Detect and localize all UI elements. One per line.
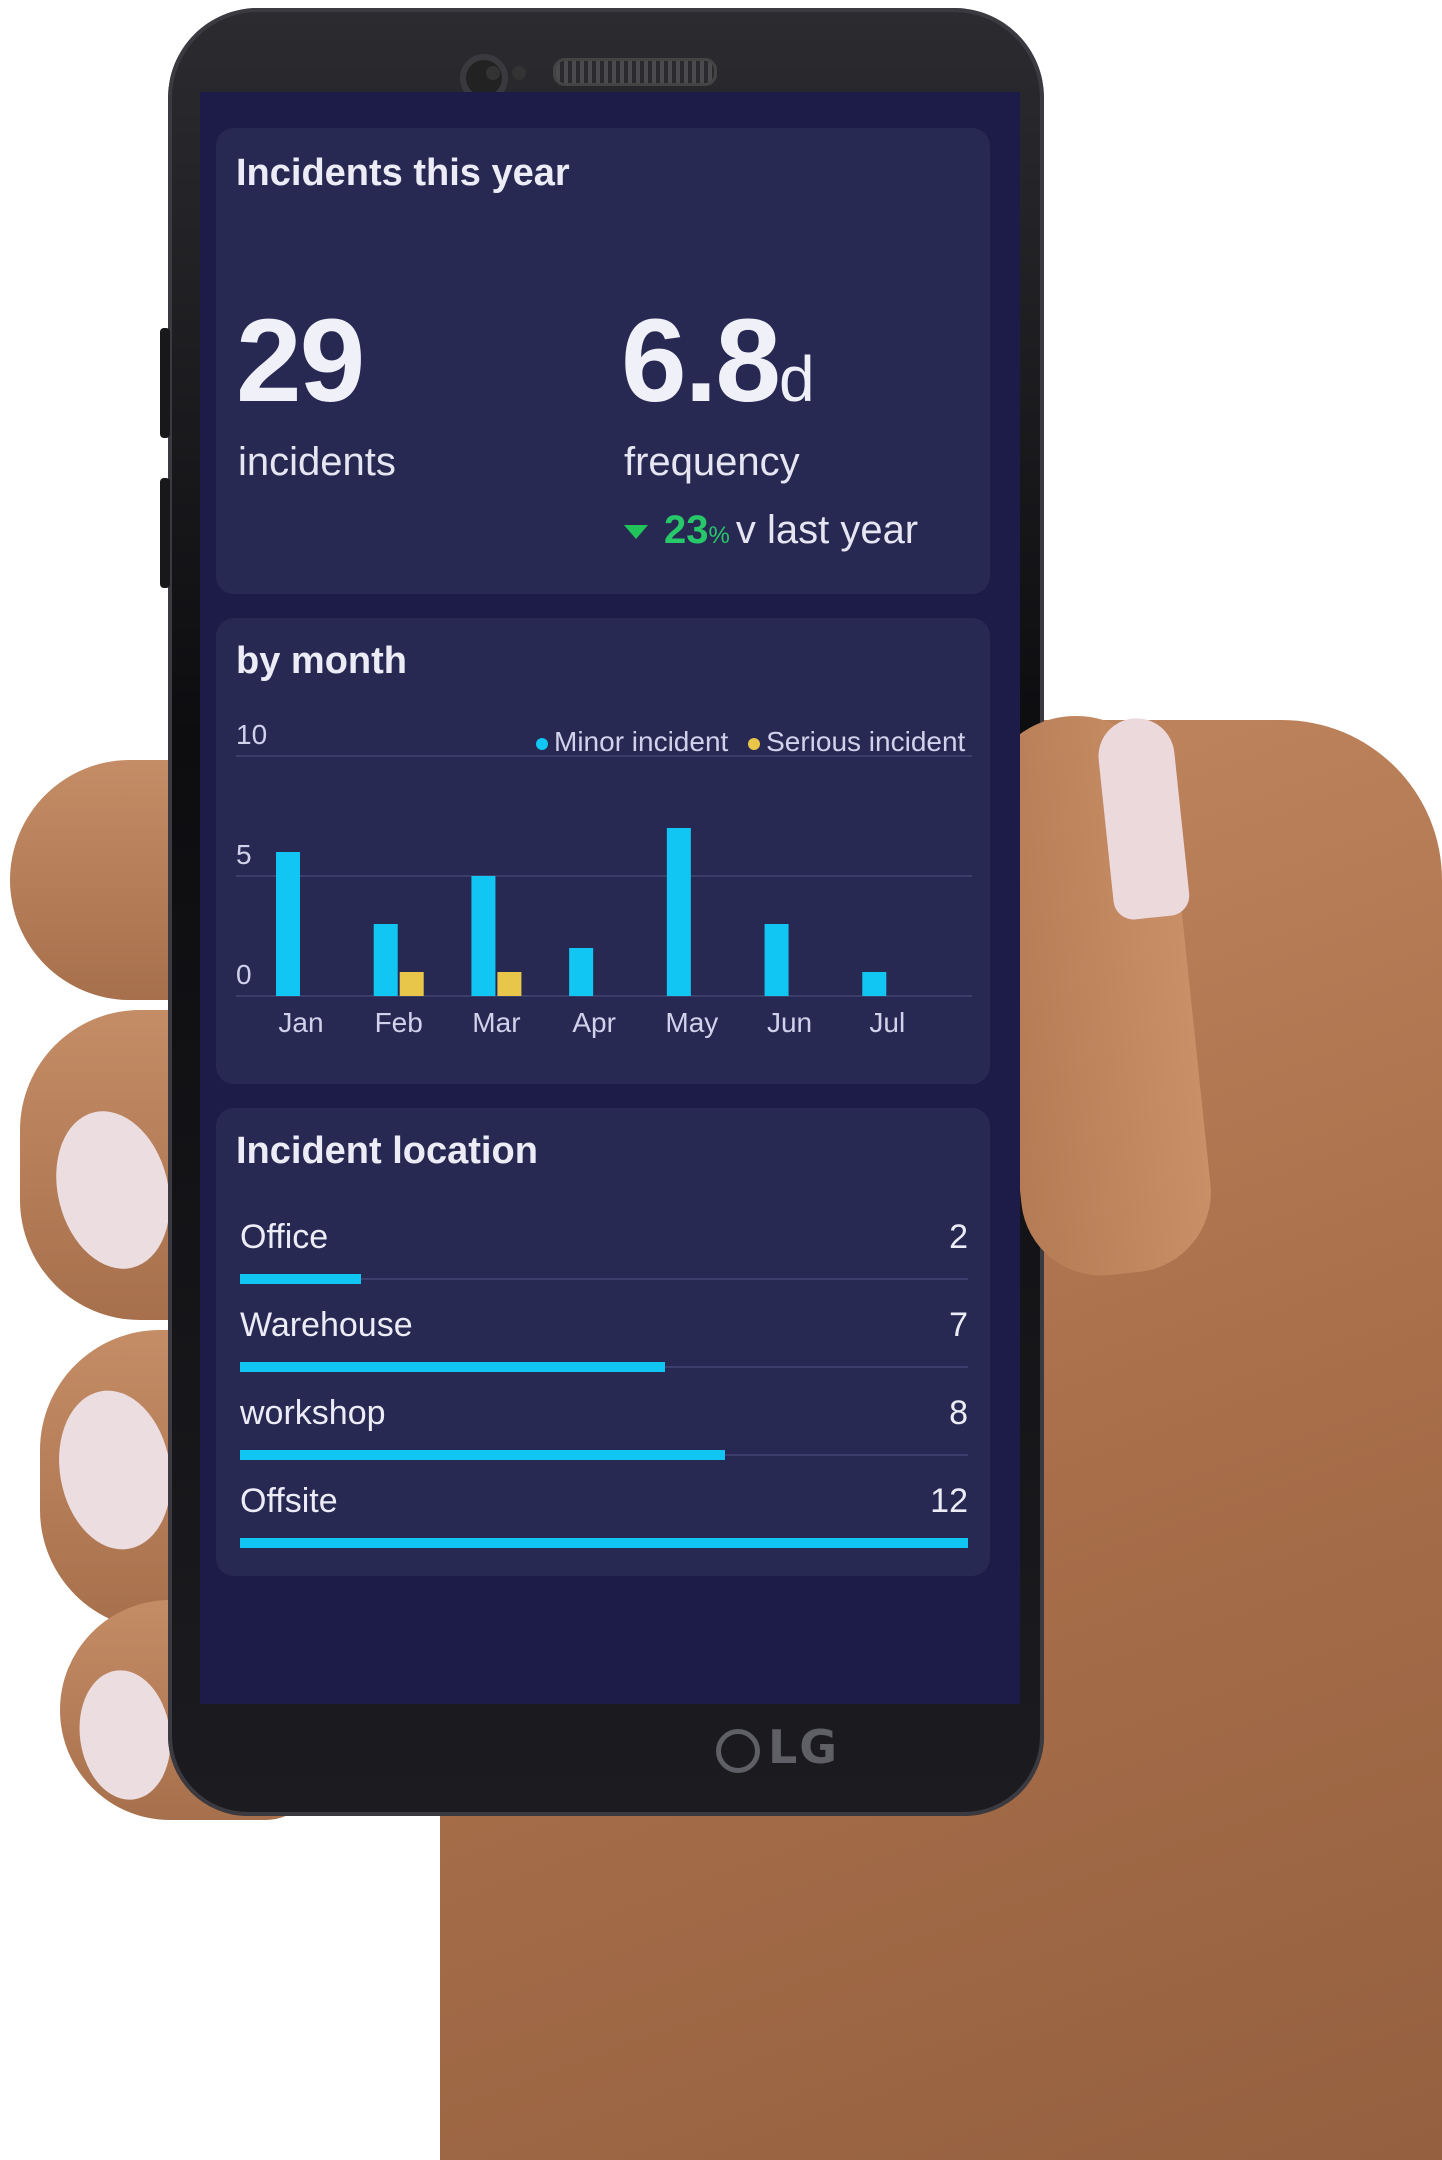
x-tick-label: Mar bbox=[472, 1007, 520, 1038]
bar-minor-may bbox=[666, 828, 691, 996]
bar-minor-mar bbox=[471, 876, 496, 996]
x-tick-label: May bbox=[665, 1007, 718, 1038]
bar-serious-mar bbox=[497, 972, 522, 996]
monthly-bar-chart: 0 5 10 Jan Feb Mar Apr May Jun Jul bbox=[236, 719, 972, 1038]
location-name: Warehouse bbox=[240, 1306, 413, 1344]
frequency-label: frequency bbox=[624, 440, 800, 484]
location-count: 2 bbox=[949, 1218, 968, 1256]
location-count: 7 bbox=[949, 1306, 968, 1344]
lg-logo-icon bbox=[716, 1728, 760, 1773]
brand-logo-text: LG bbox=[768, 1720, 840, 1774]
x-tick-label: Jun bbox=[767, 1007, 812, 1038]
y-tick-label: 5 bbox=[236, 839, 252, 870]
location-row[interactable]: workshop 8 bbox=[240, 1394, 968, 1478]
y-tick-label: 0 bbox=[236, 959, 252, 990]
bar-minor-jul bbox=[862, 972, 887, 996]
phone-screen: Incidents this year 29 incidents 6.8d fr… bbox=[200, 92, 1020, 1704]
x-tick-label: Apr bbox=[572, 1007, 616, 1038]
year-over-year-change: 23% v last year bbox=[624, 508, 918, 553]
earpiece-speaker bbox=[553, 58, 717, 86]
x-tick-label: Jul bbox=[869, 1007, 905, 1038]
bar-minor-feb bbox=[373, 924, 398, 996]
incidents-label: incidents bbox=[238, 440, 396, 484]
location-name: workshop bbox=[240, 1394, 386, 1432]
bar-minor-jun bbox=[764, 924, 789, 996]
location-name: Office bbox=[240, 1218, 329, 1256]
change-text: v last year bbox=[735, 508, 919, 552]
sensor-icon bbox=[512, 66, 526, 80]
by-month-card[interactable]: by month Minor incident Serious incident… bbox=[216, 618, 990, 1084]
incident-location-card[interactable]: Incident location Office 2 Warehouse 7 w… bbox=[216, 1108, 990, 1576]
location-bar bbox=[240, 1362, 665, 1372]
frequency-value: 6.8d bbox=[621, 293, 815, 429]
sensor-icon bbox=[486, 66, 500, 80]
frequency-unit: d bbox=[779, 343, 815, 415]
frequency-number: 6.8 bbox=[621, 295, 781, 427]
location-row[interactable]: Warehouse 7 bbox=[240, 1306, 968, 1390]
trend-down-icon bbox=[624, 525, 648, 540]
x-tick-label: Feb bbox=[375, 1007, 423, 1038]
volume-up-button bbox=[160, 328, 170, 438]
change-value: 23 bbox=[664, 508, 709, 552]
location-row[interactable]: Offsite 12 bbox=[240, 1482, 968, 1566]
location-bar bbox=[240, 1450, 726, 1460]
incidents-count: 29 bbox=[236, 295, 365, 427]
location-count: 12 bbox=[930, 1482, 968, 1520]
card-title: Incidents this year bbox=[236, 152, 570, 194]
y-tick-label: 10 bbox=[236, 719, 267, 750]
x-tick-label: Jan bbox=[278, 1007, 323, 1038]
location-bar bbox=[240, 1538, 968, 1548]
volume-down-button bbox=[160, 478, 170, 588]
summary-card[interactable]: Incidents this year 29 incidents 6.8d fr… bbox=[216, 128, 990, 594]
card-title: Incident location bbox=[236, 1130, 538, 1172]
location-name: Offsite bbox=[240, 1482, 338, 1520]
location-count: 8 bbox=[949, 1394, 968, 1432]
change-unit: % bbox=[708, 522, 730, 549]
location-row[interactable]: Office 2 bbox=[240, 1218, 968, 1302]
bar-minor-apr bbox=[569, 948, 594, 996]
bar-serious-feb bbox=[399, 972, 424, 996]
bar-minor-jan bbox=[276, 852, 300, 996]
location-bar bbox=[240, 1274, 362, 1284]
brand-logo: LG bbox=[716, 1720, 839, 1774]
